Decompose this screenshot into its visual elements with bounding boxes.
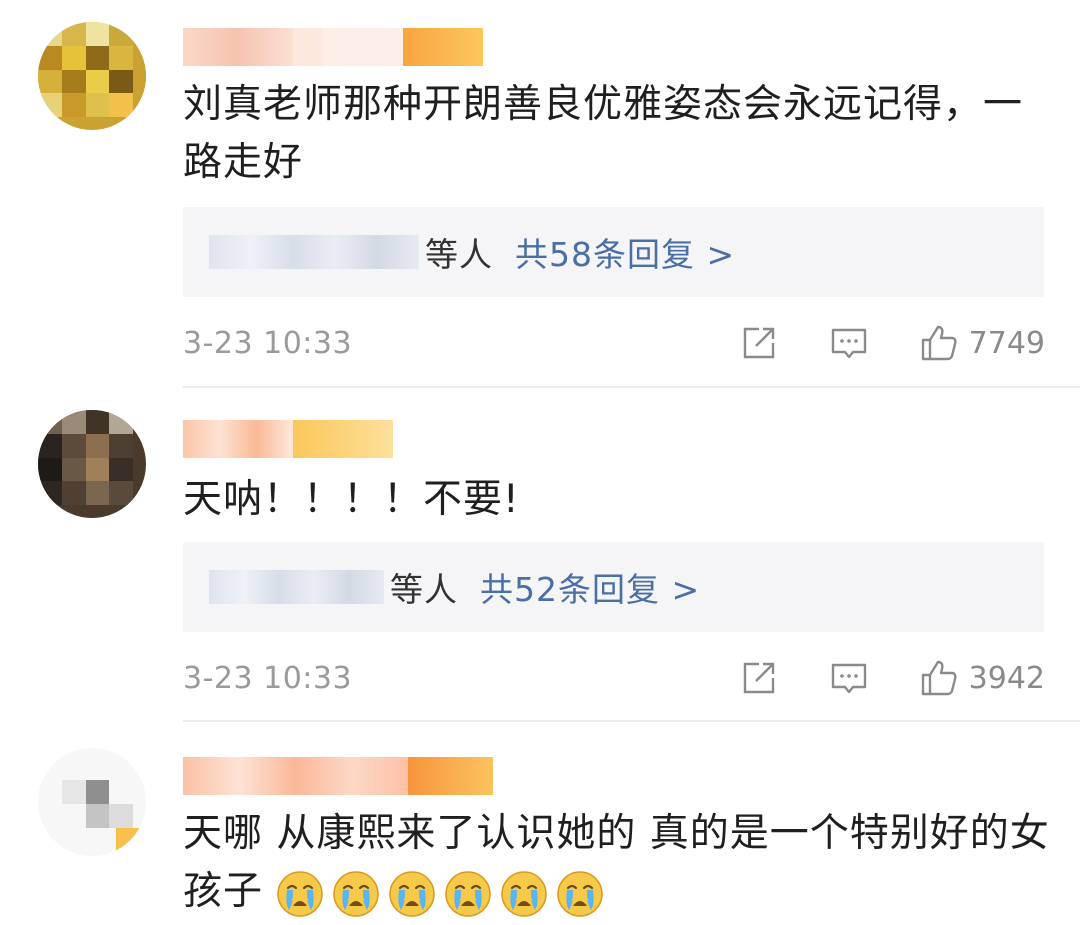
reply-suffix: 等人	[390, 570, 458, 609]
comment-meta: 3-23 10:33 3942	[183, 655, 1045, 701]
avatar[interactable]	[38, 748, 146, 856]
thumbs-up-icon[interactable]	[919, 323, 959, 363]
reply-summary[interactable]: 等人 共58条回复 >	[183, 207, 1044, 297]
comment-text: 天哪 从康熙来了认识她的 真的是一个特别好的女孩子	[183, 805, 1053, 921]
avatar[interactable]	[38, 410, 146, 518]
comment-text: 天呐！！！！不要!	[183, 477, 520, 522]
divider	[183, 386, 1080, 388]
thumbs-up-icon[interactable]	[919, 658, 959, 698]
share-icon[interactable]	[739, 658, 779, 698]
crying-face-icon	[501, 870, 548, 917]
reply-suffix: 等人	[425, 235, 493, 274]
comment-text: 刘真老师那种开朗善良优雅姿态会永远记得，一路走好	[183, 82, 1024, 185]
emoji-row	[276, 869, 612, 917]
username-blurred[interactable]	[183, 757, 493, 795]
reply-count-link[interactable]: 共52条回复 >	[480, 563, 700, 611]
comment-meta: 3-23 10:33 7749	[183, 320, 1045, 366]
reply-usernames-blurred	[209, 570, 384, 604]
crying-face-icon	[445, 870, 492, 917]
reply-count-link[interactable]: 共58条回复 >	[515, 228, 735, 276]
crying-face-icon	[333, 870, 380, 917]
avatar[interactable]	[38, 22, 146, 130]
share-icon[interactable]	[739, 323, 779, 363]
username-blurred[interactable]	[183, 28, 483, 66]
timestamp: 3-23 10:33	[183, 325, 353, 361]
comment-actions: 3942	[739, 658, 1045, 698]
username-blurred[interactable]	[183, 420, 393, 458]
reply-summary[interactable]: 等人 共52条回复 >	[183, 542, 1044, 632]
comment-actions: 7749	[739, 323, 1045, 363]
reply-usernames-blurred	[209, 235, 419, 269]
like-count: 3942	[968, 660, 1045, 696]
crying-face-icon	[557, 870, 604, 917]
timestamp: 3-23 10:33	[183, 660, 353, 696]
like-count: 7749	[968, 325, 1045, 361]
crying-face-icon	[277, 870, 324, 917]
divider	[183, 720, 1080, 722]
comment-icon[interactable]	[829, 323, 869, 363]
crying-face-icon	[389, 870, 436, 917]
comment-icon[interactable]	[829, 658, 869, 698]
